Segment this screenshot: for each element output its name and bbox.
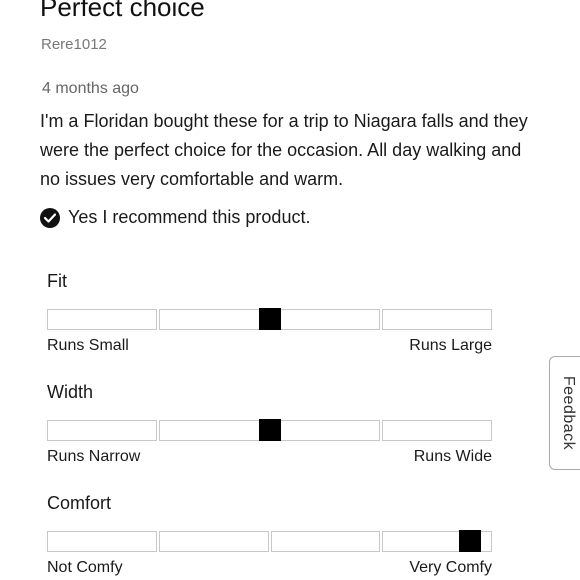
rating-marker: [458, 530, 481, 552]
scale-segment: [47, 420, 157, 441]
scale-high-label: Runs Large: [409, 337, 492, 354]
rating-fit: Fit Runs Small Runs Large: [47, 270, 492, 355]
review-date: 4 months ago: [42, 80, 139, 97]
scale-segment: [270, 309, 381, 330]
scale-segment: [382, 309, 492, 330]
scale-low-label: Not Comfy: [47, 559, 123, 576]
scale-segment: [382, 420, 492, 441]
reviewer-name: Rere1012: [41, 36, 107, 53]
scale-segment: [158, 309, 269, 330]
rating-label: Comfort: [47, 493, 112, 513]
rating-label: Width: [47, 382, 94, 402]
rating-scale: [47, 419, 492, 441]
scale-segment: [158, 531, 269, 552]
scale-segment: [270, 420, 381, 441]
scale-high-label: Very Comfy: [409, 559, 492, 576]
feedback-label: Feedback: [560, 375, 578, 451]
recommendation: Yes I recommend this product.: [40, 207, 310, 228]
rating-scale: [47, 530, 492, 552]
review-body: I'm a Floridan bought these for a trip t…: [40, 111, 528, 189]
recommend-text: Yes I recommend this product.: [68, 207, 311, 227]
scale-high-label: Runs Wide: [413, 448, 492, 465]
scale-low-label: Runs Small: [47, 337, 129, 354]
scale-low-label: Runs Narrow: [47, 448, 141, 465]
rating-marker: [258, 308, 281, 330]
rating-width: Width Runs Narrow Runs Wide: [47, 381, 492, 466]
scale-segment: [47, 309, 157, 330]
review-title: Perfect choice: [40, 0, 205, 22]
scale-segment: [270, 531, 381, 552]
rating-marker: [258, 419, 281, 441]
feedback-tab[interactable]: Feedback: [549, 356, 580, 470]
rating-scale: [47, 308, 492, 330]
rating-comfort: Comfort Not Comfy Very Comfy: [47, 492, 492, 577]
rating-label: Fit: [47, 271, 67, 291]
scale-segment: [158, 420, 269, 441]
check-circle-icon: [40, 207, 60, 228]
scale-segment: [47, 531, 157, 552]
